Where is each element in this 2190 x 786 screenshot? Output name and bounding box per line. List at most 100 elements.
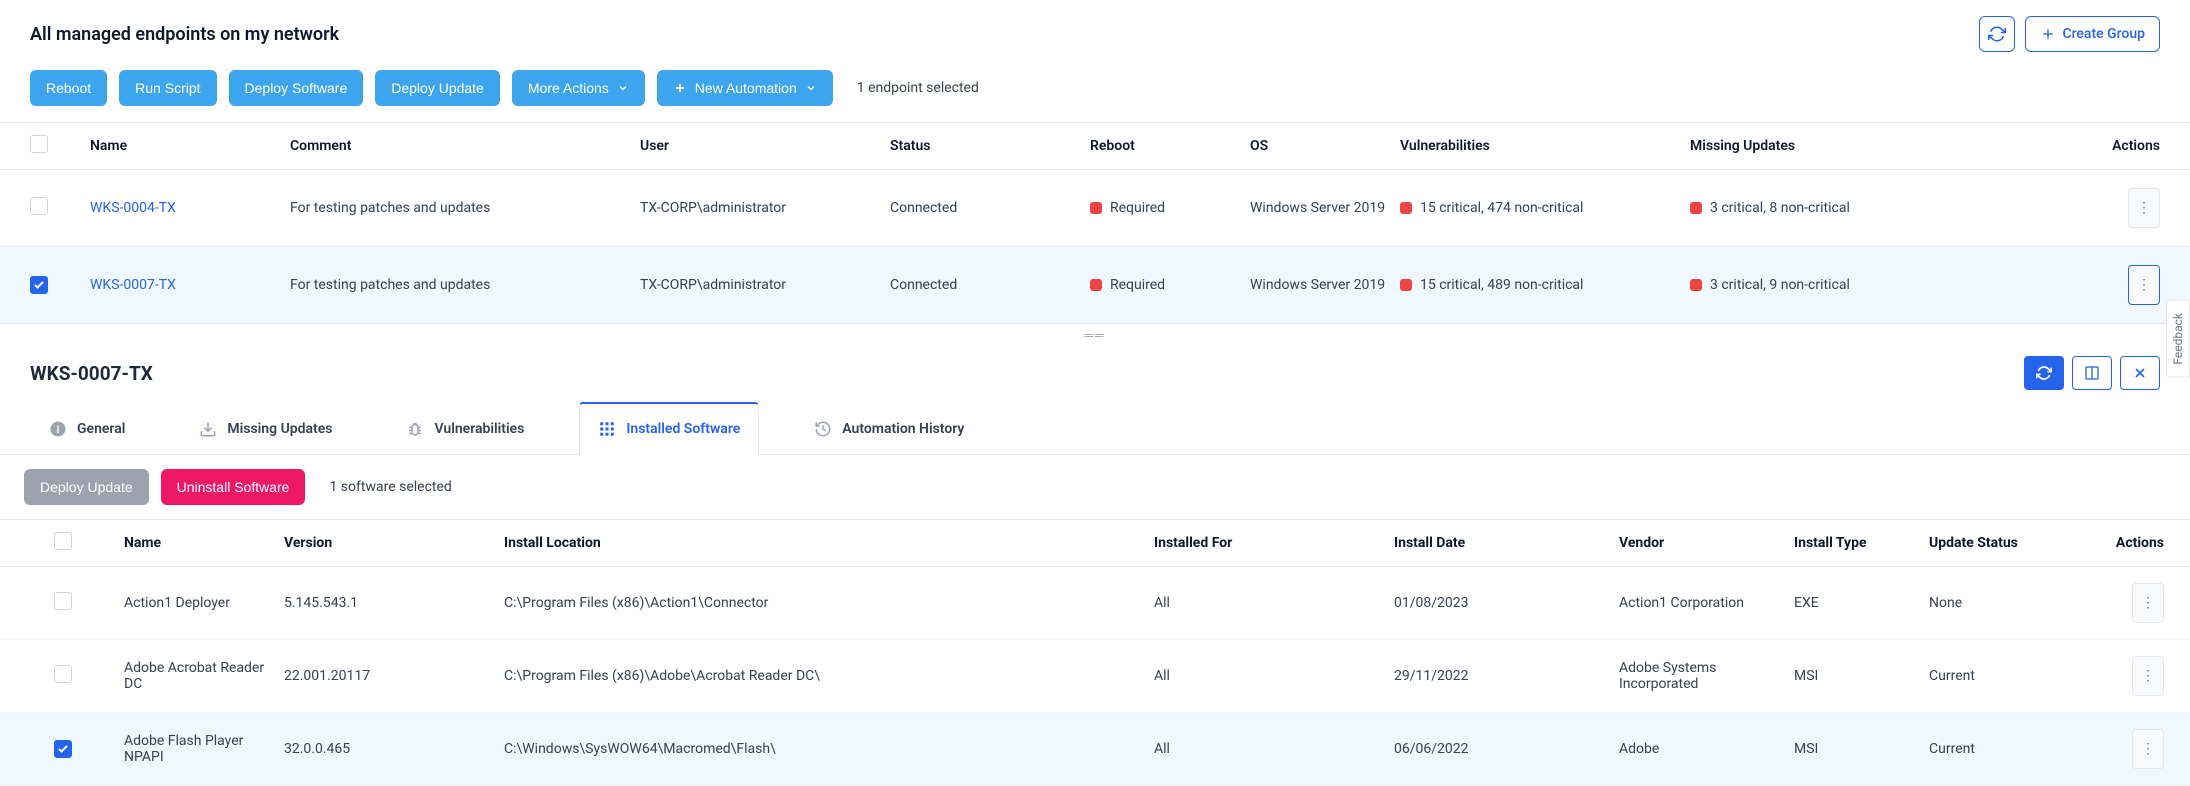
- sw-column-version[interactable]: Version: [284, 535, 504, 551]
- column-header-missing-updates[interactable]: Missing Updates: [1690, 138, 2070, 154]
- software-install-type: MSI: [1794, 741, 1929, 757]
- software-vendor: Action1 Corporation: [1619, 595, 1794, 611]
- column-header-user[interactable]: User: [640, 138, 890, 154]
- page-title: All managed endpoints on my network: [30, 24, 1979, 45]
- sw-column-location[interactable]: Install Location: [504, 535, 1154, 551]
- tab-label: Vulnerabilities: [434, 421, 524, 437]
- tab-automation-history[interactable]: Automation History: [795, 402, 983, 454]
- column-header-reboot[interactable]: Reboot: [1090, 138, 1250, 154]
- tab-vulnerabilities[interactable]: Vulnerabilities: [387, 402, 543, 454]
- panel-resize-handle[interactable]: ══: [0, 324, 2190, 346]
- feedback-label: Feedback: [2171, 313, 2185, 365]
- software-vendor: Adobe Systems Incorporated: [1619, 660, 1794, 692]
- new-automation-label: New Automation: [695, 80, 797, 96]
- tab-installed-software[interactable]: Installed Software: [579, 402, 759, 455]
- column-header-name[interactable]: Name: [90, 138, 290, 154]
- endpoint-row[interactable]: WKS-0007-TX For testing patches and upda…: [0, 247, 2190, 324]
- select-all-endpoints-checkbox[interactable]: [30, 135, 48, 153]
- layout-icon: [2084, 365, 2100, 381]
- status-dot-icon: [1690, 279, 1702, 291]
- software-row[interactable]: Action1 Deployer 5.145.543.1 C:\Program …: [0, 567, 2190, 640]
- endpoint-status: Connected: [890, 277, 1090, 293]
- column-header-os[interactable]: OS: [1250, 138, 1400, 154]
- column-header-vulnerabilities[interactable]: Vulnerabilities: [1400, 138, 1690, 154]
- grid-icon: [598, 420, 616, 438]
- software-install-date: 29/11/2022: [1394, 668, 1619, 684]
- endpoint-name-link[interactable]: WKS-0007-TX: [90, 277, 176, 293]
- tab-missing-updates[interactable]: Missing Updates: [180, 402, 351, 454]
- uninstall-software-button[interactable]: Uninstall Software: [161, 469, 306, 505]
- sw-column-install-date[interactable]: Install Date: [1394, 535, 1619, 551]
- endpoint-row[interactable]: WKS-0004-TX For testing patches and upda…: [0, 170, 2190, 247]
- software-installed-for: All: [1154, 668, 1394, 684]
- status-dot-icon: [1090, 279, 1102, 291]
- tab-label: Installed Software: [626, 421, 740, 437]
- column-header-actions: Actions: [2070, 138, 2160, 154]
- history-icon: [814, 420, 832, 438]
- reboot-button[interactable]: Reboot: [30, 70, 107, 106]
- software-location: C:\Program Files (x86)\Adobe\Acrobat Rea…: [504, 668, 1154, 684]
- software-row-checkbox[interactable]: [54, 665, 72, 683]
- software-row[interactable]: Adobe Acrobat Reader DC 22.001.20117 C:\…: [0, 640, 2190, 713]
- more-actions-button[interactable]: More Actions: [512, 70, 645, 106]
- status-dot-icon: [1690, 202, 1702, 214]
- software-version: 22.001.20117: [284, 668, 504, 684]
- software-installed-for: All: [1154, 595, 1394, 611]
- software-update-status: None: [1929, 595, 2099, 611]
- software-version: 32.0.0.465: [284, 741, 504, 757]
- software-install-type: MSI: [1794, 668, 1929, 684]
- sw-column-update-status[interactable]: Update Status: [1929, 535, 2099, 551]
- endpoint-row-checkbox[interactable]: [30, 197, 48, 215]
- detail-close-button[interactable]: [2120, 356, 2160, 390]
- refresh-icon: [2036, 365, 2052, 381]
- row-actions-menu[interactable]: ⋮: [2132, 729, 2164, 769]
- create-group-button[interactable]: Create Group: [2025, 16, 2160, 52]
- refresh-icon: [1988, 25, 2006, 43]
- endpoint-os: Windows Server 2019: [1250, 277, 1400, 293]
- software-update-status: Current: [1929, 668, 2099, 684]
- endpoint-name-link[interactable]: WKS-0004-TX: [90, 200, 176, 216]
- sw-column-installed-for[interactable]: Installed For: [1154, 535, 1394, 551]
- select-all-software-checkbox[interactable]: [54, 532, 72, 550]
- endpoint-os: Windows Server 2019: [1250, 200, 1400, 216]
- status-dot-icon: [1090, 202, 1102, 214]
- row-actions-menu[interactable]: ⋮: [2132, 583, 2164, 623]
- run-script-button[interactable]: Run Script: [119, 70, 216, 106]
- endpoint-row-checkbox[interactable]: [30, 276, 48, 294]
- row-actions-menu[interactable]: ⋮: [2132, 656, 2164, 696]
- sw-column-install-type[interactable]: Install Type: [1794, 535, 1929, 551]
- endpoint-vulnerabilities: 15 critical, 489 non-critical: [1420, 277, 1583, 293]
- software-row-checkbox[interactable]: [54, 740, 72, 758]
- row-actions-menu[interactable]: ⋮: [2128, 265, 2160, 305]
- sw-column-vendor[interactable]: Vendor: [1619, 535, 1794, 551]
- tab-general[interactable]: i General: [30, 402, 144, 454]
- row-actions-menu[interactable]: ⋮: [2128, 188, 2160, 228]
- endpoint-user: TX-CORP\administrator: [640, 200, 890, 216]
- software-install-type: EXE: [1794, 595, 1929, 611]
- svg-text:i: i: [57, 422, 60, 435]
- close-icon: [2132, 365, 2148, 381]
- new-automation-button[interactable]: New Automation: [657, 70, 833, 106]
- deploy-update-button[interactable]: Deploy Update: [375, 70, 500, 106]
- refresh-button[interactable]: [1979, 16, 2015, 52]
- column-header-comment[interactable]: Comment: [290, 138, 640, 154]
- endpoint-user: TX-CORP\administrator: [640, 277, 890, 293]
- detail-panel-title: WKS-0007-TX: [30, 362, 2024, 385]
- endpoint-reboot: Required: [1110, 277, 1165, 293]
- column-header-status[interactable]: Status: [890, 138, 1090, 154]
- more-actions-label: More Actions: [528, 80, 609, 96]
- sw-column-name[interactable]: Name: [124, 535, 284, 551]
- software-update-status: Current: [1929, 741, 2099, 757]
- endpoint-updates: 3 critical, 8 non-critical: [1710, 200, 1850, 216]
- software-location: C:\Windows\SysWOW64\Macromed\Flash\: [504, 741, 1154, 757]
- software-row[interactable]: Adobe Flash Player NPAPI 32.0.0.465 C:\W…: [0, 713, 2190, 786]
- detail-expand-button[interactable]: [2072, 356, 2112, 390]
- deploy-software-button[interactable]: Deploy Software: [229, 70, 364, 106]
- software-location: C:\Program Files (x86)\Action1\Connector: [504, 595, 1154, 611]
- deploy-update-button-disabled: Deploy Update: [24, 469, 149, 505]
- software-name: Adobe Flash Player NPAPI: [124, 733, 284, 765]
- software-name: Adobe Acrobat Reader DC: [124, 660, 284, 692]
- feedback-tab[interactable]: Feedback: [2166, 300, 2190, 378]
- software-row-checkbox[interactable]: [54, 592, 72, 610]
- detail-refresh-button[interactable]: [2024, 356, 2064, 390]
